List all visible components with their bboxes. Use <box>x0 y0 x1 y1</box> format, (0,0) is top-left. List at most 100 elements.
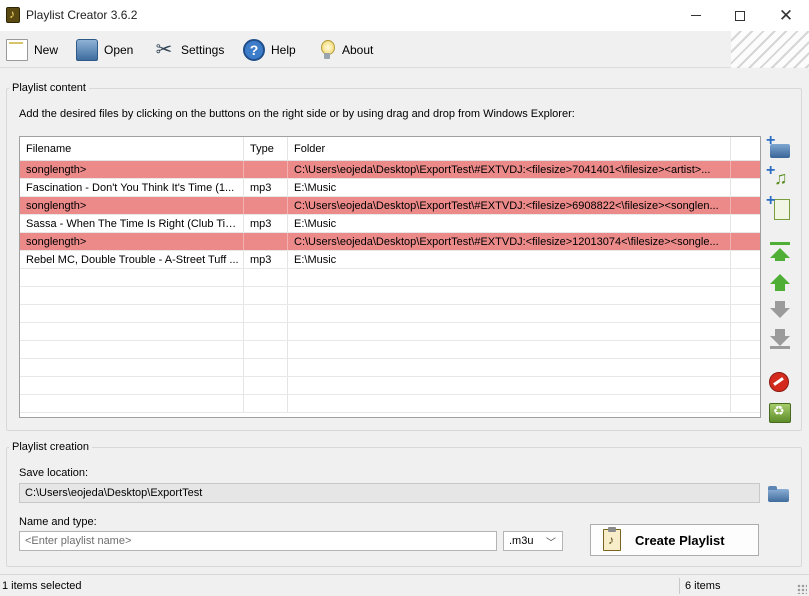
move-up-icon <box>770 272 790 292</box>
cell-filename: Sassa - When The Time Is Right (Club Tim… <box>20 215 244 232</box>
table-row-empty[interactable] <box>20 305 760 323</box>
open-folder-icon <box>76 39 98 61</box>
create-playlist-button[interactable]: Create Playlist <box>590 524 759 556</box>
cell-folder <box>288 305 731 322</box>
selection-status: 1 items selected <box>2 580 82 592</box>
cell-folder <box>288 359 731 376</box>
cell-type <box>244 305 288 322</box>
cell-type: mp3 <box>244 215 288 232</box>
cell-extra <box>731 197 760 214</box>
cell-type <box>244 287 288 304</box>
table-row-empty[interactable] <box>20 269 760 287</box>
cell-filename <box>20 395 244 412</box>
cell-extra <box>731 341 760 358</box>
cell-filename <box>20 269 244 286</box>
cell-extra <box>731 251 760 268</box>
table-row-empty[interactable] <box>20 323 760 341</box>
cell-extra <box>731 359 760 376</box>
cell-folder: E:\Music <box>288 179 731 196</box>
resize-grip[interactable] <box>797 584 807 594</box>
cell-folder <box>288 287 731 304</box>
playlist-type-select[interactable]: .m3u ﹀ <box>503 531 563 551</box>
playlist-name-input[interactable] <box>19 531 497 551</box>
move-down-button[interactable] <box>766 300 792 324</box>
cell-filename: songlength> <box>20 161 244 178</box>
table-row[interactable]: songlength> C:\Users\eojeda\Desktop\Expor… <box>20 161 760 179</box>
cell-extra <box>731 287 760 304</box>
new-label: New <box>34 43 59 57</box>
table-row[interactable]: Sassa - When The Time Is Right (Club Tim… <box>20 215 760 233</box>
table-row-empty[interactable] <box>20 395 760 413</box>
playlist-table[interactable]: Filename Type Folder songlength> C:\Users… <box>19 136 761 418</box>
cell-folder <box>288 377 731 394</box>
table-row-empty[interactable] <box>20 377 760 395</box>
cell-extra <box>731 395 760 412</box>
column-header-extra <box>731 137 760 160</box>
cell-type <box>244 161 288 178</box>
chevron-down-icon: ﹀ <box>546 538 556 549</box>
cell-folder: C:\Users\eojeda\Desktop\ExportTest\#EXTV… <box>288 233 731 250</box>
column-header-type[interactable]: Type <box>244 137 288 160</box>
move-top-button[interactable] <box>766 242 792 266</box>
logo-decoration <box>731 31 809 68</box>
status-bar: 1 items selected 6 items <box>0 574 809 596</box>
cell-folder <box>288 323 731 340</box>
new-button[interactable]: New <box>6 37 58 63</box>
new-document-icon <box>6 39 28 61</box>
settings-tools-icon: ✂ <box>155 39 173 61</box>
cell-extra <box>731 377 760 394</box>
status-divider <box>679 578 680 594</box>
close-button[interactable]: ✕ <box>763 0 809 31</box>
table-row-empty[interactable] <box>20 359 760 377</box>
cell-type: mp3 <box>244 251 288 268</box>
help-button[interactable]: ? Help <box>243 37 296 63</box>
open-button[interactable]: Open <box>76 37 133 63</box>
cell-type <box>244 269 288 286</box>
maximize-icon <box>735 10 745 21</box>
table-row[interactable]: songlength> C:\Users\eojeda\Desktop\Expor… <box>20 197 760 215</box>
playlist-creation-label: Playlist creation <box>9 441 93 453</box>
maximize-button[interactable] <box>717 0 763 31</box>
cell-extra <box>731 305 760 322</box>
cell-extra <box>731 215 760 232</box>
minimize-button[interactable] <box>673 0 719 31</box>
settings-button[interactable]: ✂ Settings <box>153 37 225 63</box>
cell-filename <box>20 287 244 304</box>
cell-type <box>244 341 288 358</box>
cell-type <box>244 395 288 412</box>
browse-folder-button[interactable] <box>766 482 792 504</box>
cell-folder <box>288 269 731 286</box>
clear-button[interactable] <box>766 399 792 423</box>
cell-extra <box>731 269 760 286</box>
cell-type <box>244 323 288 340</box>
cell-extra <box>731 233 760 250</box>
table-row-empty[interactable] <box>20 341 760 359</box>
cell-filename: Fascination - Don't You Think It's Time … <box>20 179 244 196</box>
create-playlist-label: Create Playlist <box>635 532 725 548</box>
about-button[interactable]: About <box>318 37 373 63</box>
add-playlist-button[interactable] <box>766 192 792 220</box>
table-row[interactable]: Fascination - Don't You Think It's Time … <box>20 179 760 197</box>
cell-folder <box>288 341 731 358</box>
item-count-status: 6 items <box>685 580 721 592</box>
move-down-icon <box>770 300 790 320</box>
table-row[interactable]: Rebel MC, Double Trouble - A-Street Tuff… <box>20 251 760 269</box>
column-header-folder[interactable]: Folder <box>288 137 731 160</box>
table-row[interactable]: songlength> C:\Users\eojeda\Desktop\Expor… <box>20 233 760 251</box>
window-title: Playlist Creator 3.6.2 <box>26 8 138 22</box>
move-bottom-button[interactable] <box>766 328 792 352</box>
add-folder-button[interactable] <box>766 132 792 160</box>
add-file-button[interactable] <box>766 162 792 190</box>
table-header: Filename Type Folder <box>20 137 760 161</box>
save-location-field[interactable]: C:\Users\eojeda\Desktop\ExportTest <box>19 483 760 503</box>
cell-filename: songlength> <box>20 197 244 214</box>
table-row-empty[interactable] <box>20 287 760 305</box>
instructions-text: Add the desired files by clicking on the… <box>19 108 575 120</box>
app-icon <box>6 7 20 23</box>
column-header-filename[interactable]: Filename <box>20 137 244 160</box>
cell-filename: Rebel MC, Double Trouble - A-Street Tuff… <box>20 251 244 268</box>
remove-button[interactable] <box>766 370 792 394</box>
close-icon: ✕ <box>778 6 794 25</box>
move-up-button[interactable] <box>766 272 792 296</box>
cell-extra <box>731 323 760 340</box>
